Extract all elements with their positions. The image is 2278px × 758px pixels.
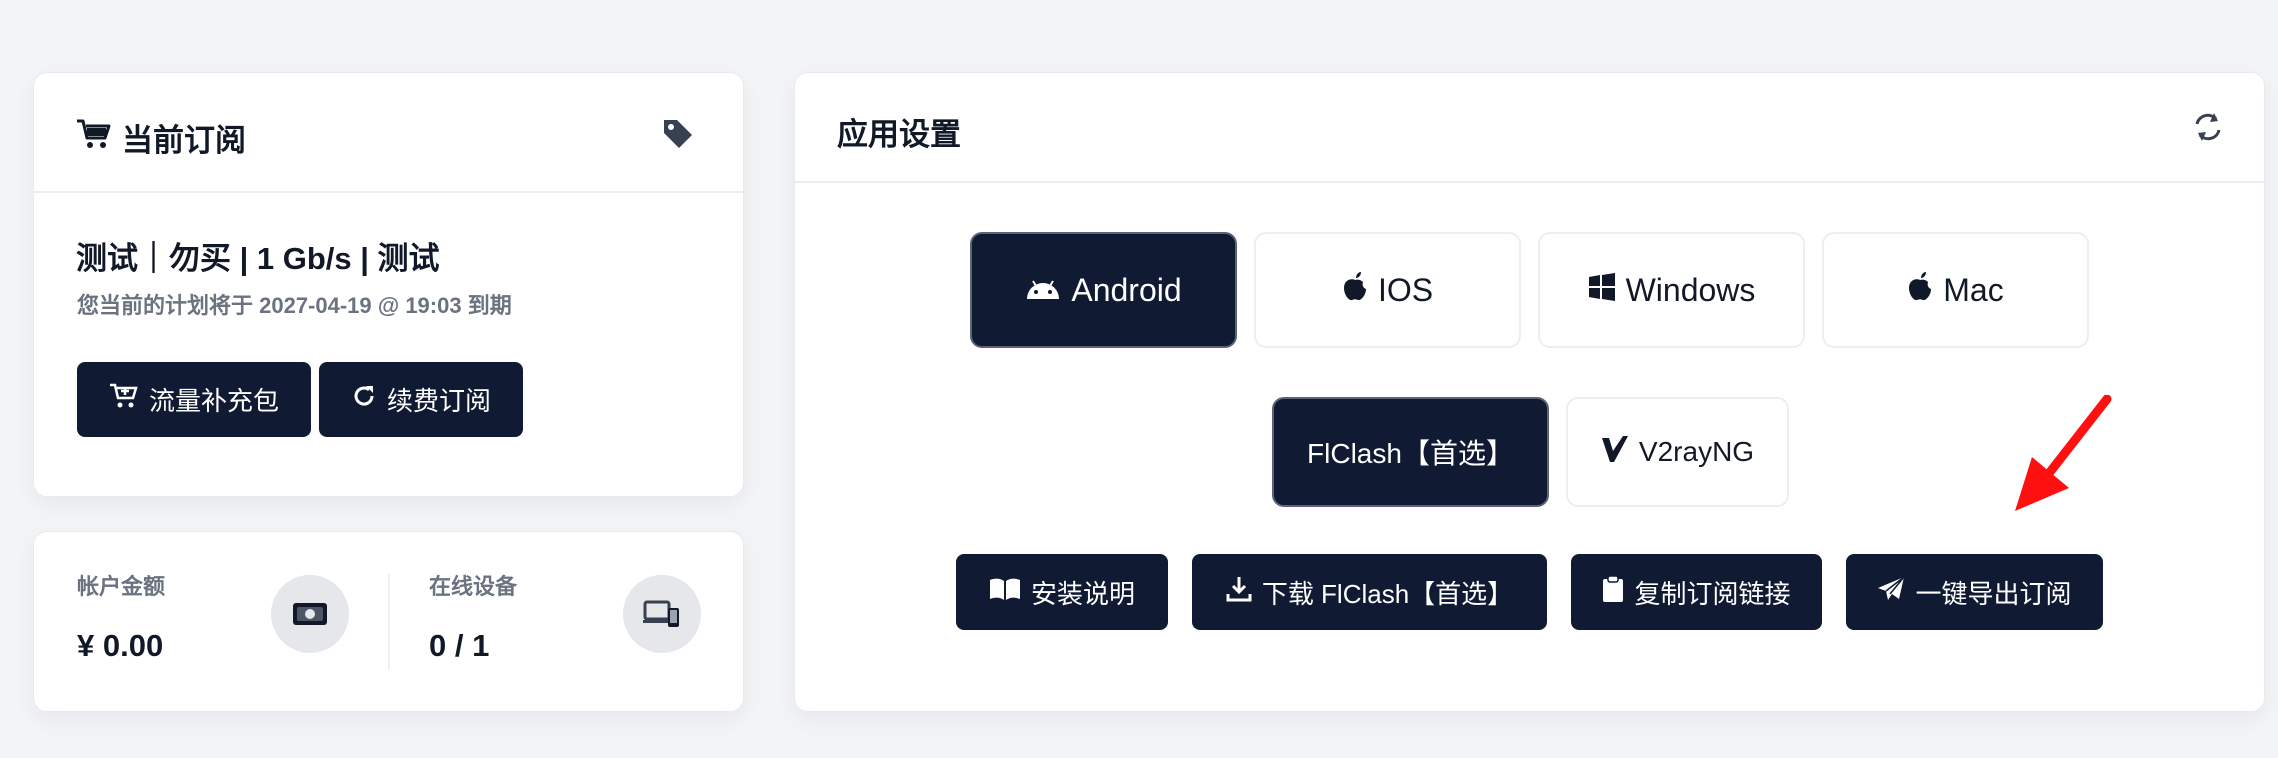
- download-flclash-button[interactable]: 下载 FlClash【首选】: [1192, 554, 1547, 630]
- card-header: 应用设置: [795, 73, 2264, 183]
- money-bill-icon: [271, 575, 349, 653]
- account-stats-card: 帐户金额 ¥ 0.00 在线设备 0 / 1: [33, 531, 744, 712]
- traffic-topup-button[interactable]: 流量补充包: [77, 362, 311, 437]
- card-title: 当前订阅: [76, 115, 246, 160]
- os-tab-label: IOS: [1377, 271, 1434, 308]
- os-tab-mac[interactable]: Mac: [1822, 232, 2089, 348]
- v2ray-icon: [1601, 435, 1629, 469]
- os-tab-label: Windows: [1625, 271, 1756, 308]
- paper-plane-icon: [1877, 575, 1906, 609]
- renew-subscription-button[interactable]: 续费订阅: [319, 362, 523, 437]
- copy-subscription-link-button[interactable]: 复制订阅链接: [1571, 554, 1822, 630]
- client-tab-flclash[interactable]: FlClash【首选】: [1272, 397, 1549, 507]
- shopping-cart-icon: [76, 118, 112, 158]
- tag-icon[interactable]: [661, 117, 695, 156]
- os-tab-label: Android: [1071, 271, 1182, 308]
- subscription-title: 当前订阅: [122, 123, 246, 158]
- client-tab-label: V2rayNG: [1638, 436, 1755, 467]
- action-label: 一键导出订阅: [1915, 578, 2072, 609]
- redo-icon: [351, 383, 377, 416]
- android-icon: [1025, 272, 1061, 309]
- windows-icon: [1588, 272, 1616, 309]
- stats-divider: [388, 574, 390, 670]
- renew-label: 续费订阅: [386, 386, 491, 416]
- action-label: 下载 FlClash【首选】: [1261, 578, 1514, 609]
- action-label: 复制订阅链接: [1634, 578, 1791, 609]
- os-tab-windows[interactable]: Windows: [1538, 232, 1805, 348]
- plan-expiry: 您当前的计划将于 2027-04-19 @ 19:03 到期: [77, 293, 512, 318]
- clipboard-icon: [1602, 574, 1624, 610]
- plan-name: 测试｜勿买 | 1 Gb/s | 测试: [76, 241, 440, 276]
- app-settings-card: 应用设置 Android IOS Windows Mac FlClash【首选】: [794, 72, 2265, 712]
- os-tab-ios[interactable]: IOS: [1254, 232, 1521, 348]
- balance-value: ¥ 0.00: [77, 628, 164, 663]
- os-tab-label: Mac: [1943, 271, 2004, 308]
- topup-label: 流量补充包: [148, 386, 279, 416]
- apple-icon: [1907, 271, 1933, 309]
- download-icon: [1226, 576, 1252, 609]
- client-tab-v2rayng[interactable]: V2rayNG: [1566, 397, 1789, 507]
- app-settings-title: 应用设置: [837, 117, 961, 152]
- annotation-arrow-icon: [2015, 395, 2112, 511]
- devices-icon: [623, 575, 701, 653]
- current-subscription-card: 当前订阅 测试｜勿买 | 1 Gb/s | 测试 您当前的计划将于 2027-0…: [33, 72, 744, 497]
- action-label: 安装说明: [1030, 578, 1135, 609]
- cart-plus-icon: [109, 383, 139, 416]
- devices-label: 在线设备: [429, 574, 518, 599]
- one-click-export-button[interactable]: 一键导出订阅: [1846, 554, 2103, 630]
- os-tab-android[interactable]: Android: [970, 232, 1237, 348]
- install-guide-button[interactable]: 安装说明: [956, 554, 1168, 630]
- devices-value: 0 / 1: [429, 628, 490, 663]
- card-header: 当前订阅: [34, 73, 743, 193]
- client-tab-label: FlClash【首选】: [1307, 438, 1514, 469]
- book-icon: [989, 577, 1021, 608]
- sync-icon[interactable]: [2192, 111, 2224, 148]
- apple-icon: [1342, 271, 1368, 309]
- balance-label: 帐户金额: [77, 574, 166, 599]
